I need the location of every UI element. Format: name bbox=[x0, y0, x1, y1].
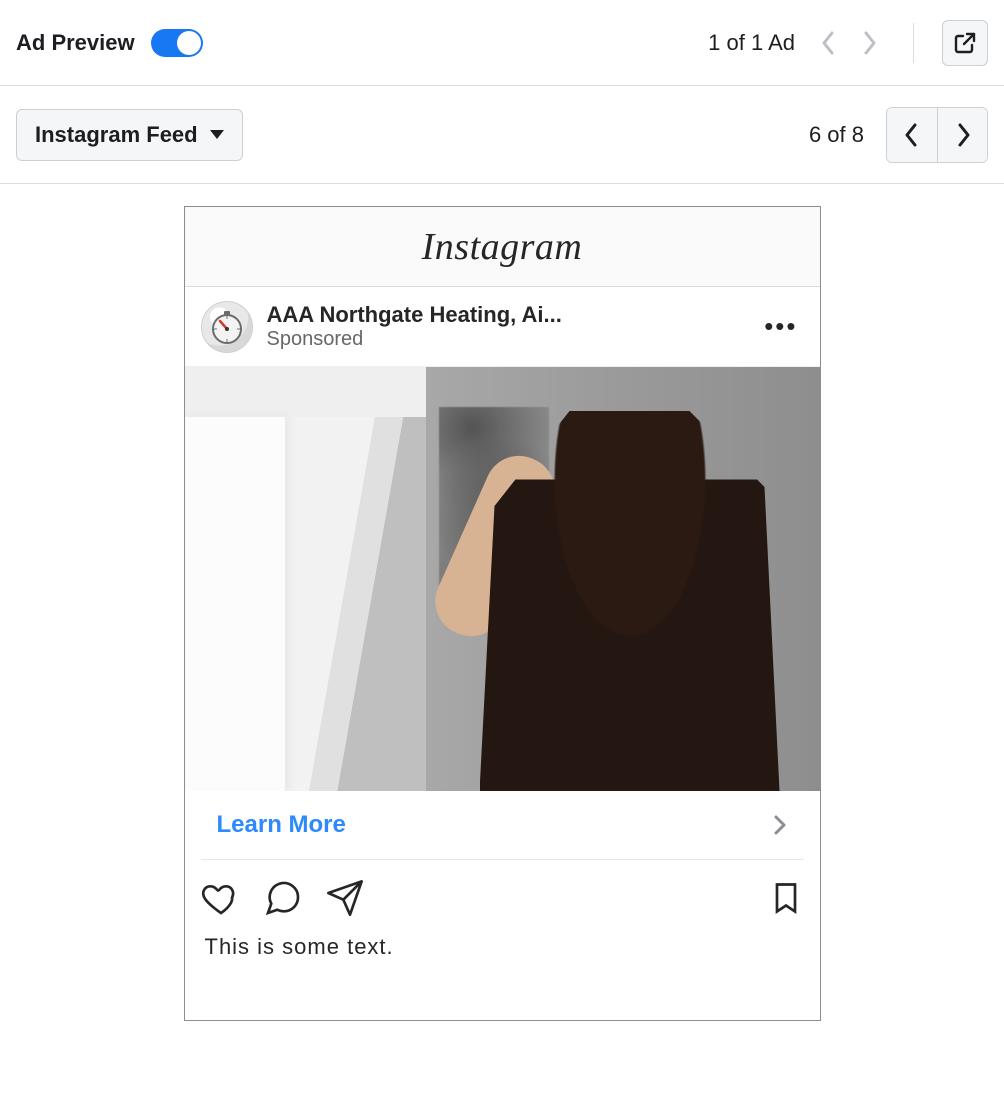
share-button[interactable] bbox=[325, 878, 365, 918]
chevron-right-icon bbox=[954, 121, 972, 149]
send-icon bbox=[325, 878, 365, 918]
chevron-left-icon bbox=[820, 29, 838, 57]
action-row-left bbox=[201, 878, 365, 918]
more-options-button[interactable]: ••• bbox=[758, 305, 803, 348]
advertiser-avatar[interactable] bbox=[201, 301, 253, 353]
profile-row: AAA Northgate Heating, Ai... Sponsored •… bbox=[185, 287, 820, 367]
heart-icon bbox=[201, 878, 241, 918]
placement-dropdown[interactable]: Instagram Feed bbox=[16, 109, 243, 161]
stopwatch-icon bbox=[207, 307, 247, 347]
open-external-button[interactable] bbox=[942, 20, 988, 66]
cta-row[interactable]: Learn More bbox=[201, 791, 804, 860]
prev-placement-button[interactable] bbox=[887, 108, 937, 162]
chevron-left-icon bbox=[903, 121, 921, 149]
next-placement-button[interactable] bbox=[937, 108, 987, 162]
instagram-preview-card: Instagram AAA Northgate bbox=[184, 206, 821, 1021]
placement-dropdown-label: Instagram Feed bbox=[35, 122, 198, 148]
more-horizontal-icon: ••• bbox=[764, 311, 797, 341]
header-divider bbox=[913, 23, 914, 63]
chevron-right-icon bbox=[860, 29, 878, 57]
instagram-wordmark: Instagram bbox=[422, 225, 583, 269]
ad-creative-image[interactable] bbox=[185, 367, 820, 791]
sponsored-label: Sponsored bbox=[267, 328, 745, 351]
prev-ad-button[interactable] bbox=[813, 27, 845, 59]
next-ad-button[interactable] bbox=[853, 27, 885, 59]
chevron-right-icon bbox=[770, 811, 788, 839]
preview-area: Instagram AAA Northgate bbox=[0, 184, 1004, 1049]
header-left: Ad Preview bbox=[16, 29, 203, 57]
external-link-icon bbox=[953, 31, 977, 55]
top-header: Ad Preview 1 of 1 Ad bbox=[0, 0, 1004, 86]
placement-pager bbox=[886, 107, 988, 163]
cta-label: Learn More bbox=[217, 811, 346, 839]
cta-chevron bbox=[770, 811, 788, 839]
profile-text: AAA Northgate Heating, Ai... Sponsored bbox=[267, 302, 745, 351]
preview-toggle[interactable] bbox=[151, 29, 203, 57]
page-title: Ad Preview bbox=[16, 30, 135, 56]
advertiser-name[interactable]: AAA Northgate Heating, Ai... bbox=[267, 302, 745, 328]
save-button[interactable] bbox=[768, 878, 804, 918]
instagram-action-row bbox=[185, 860, 820, 926]
secondary-right: 6 of 8 bbox=[809, 107, 988, 163]
secondary-bar: Instagram Feed 6 of 8 bbox=[0, 86, 1004, 184]
ad-count-label: 1 of 1 Ad bbox=[708, 30, 795, 56]
bookmark-icon bbox=[768, 878, 804, 918]
comment-button[interactable] bbox=[263, 878, 303, 918]
ad-caption: This is some text. bbox=[185, 926, 820, 1020]
comment-icon bbox=[263, 878, 303, 918]
header-right: 1 of 1 Ad bbox=[708, 20, 988, 66]
instagram-logo-bar: Instagram bbox=[185, 207, 820, 287]
caret-down-icon bbox=[210, 130, 224, 139]
like-button[interactable] bbox=[201, 878, 241, 918]
placement-count-label: 6 of 8 bbox=[809, 122, 864, 148]
ad-nav-arrows bbox=[813, 27, 885, 59]
